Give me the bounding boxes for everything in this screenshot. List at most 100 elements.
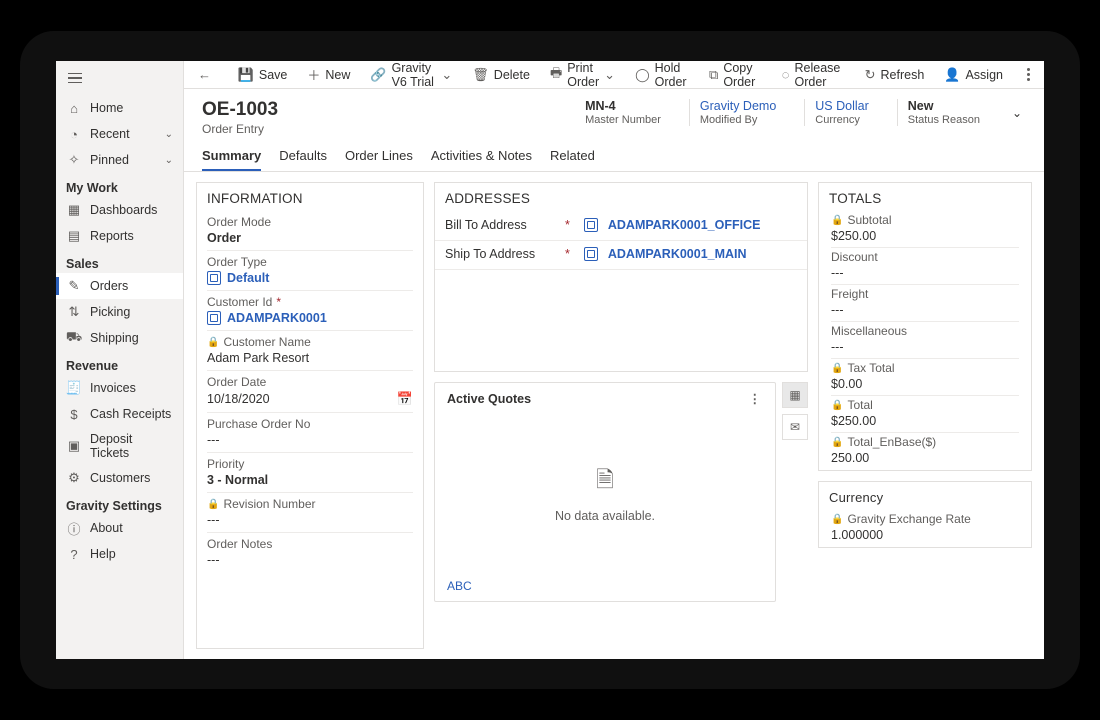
priority-value[interactable]: 3 - Normal — [207, 471, 413, 493]
total-label: Total — [847, 398, 872, 412]
print-dropdown[interactable]: 🖶Print Order⌄ — [542, 61, 623, 88]
tab-related[interactable]: Related — [550, 148, 595, 171]
subtotal-label: Subtotal — [847, 213, 891, 227]
cmd-label: Copy Order — [723, 61, 761, 89]
quotes-rail: ▦ ✉ — [782, 382, 808, 602]
misc-value[interactable]: --- — [831, 338, 1019, 359]
cmd-label: New — [325, 68, 350, 82]
enbase-label: Total_EnBase($) — [847, 435, 936, 449]
nav-dashboards[interactable]: ▦Dashboards — [56, 197, 183, 223]
lock-icon: 🔒 — [831, 363, 843, 374]
quotes-more[interactable]: ⋮ — [749, 391, 764, 406]
section-settings: Gravity Settings — [56, 491, 183, 515]
nav-deposit[interactable]: ▣Deposit Tickets — [56, 427, 183, 465]
chevron-down-icon: ⌄ — [604, 67, 615, 83]
nav-reports[interactable]: ▤Reports — [56, 223, 183, 249]
save-button[interactable]: 💾Save — [230, 61, 296, 88]
po-value[interactable]: --- — [207, 431, 413, 453]
lock-icon: 🔒 — [831, 215, 843, 226]
cmd-label: Assign — [965, 68, 1003, 82]
nav-about[interactable]: ⓘAbout — [56, 515, 183, 541]
revision-label: 🔒Revision Number — [207, 497, 413, 511]
nav-label: Customers — [90, 471, 150, 485]
order-mode-label: Order Mode — [207, 215, 413, 229]
rate-value: 1.000000 — [831, 526, 1019, 546]
copy-icon: ⧉ — [709, 67, 718, 83]
release-button[interactable]: ◌Release Order — [774, 61, 853, 88]
assign-icon: 👤 — [944, 67, 960, 83]
nav-recent[interactable]: ◔Recent⌄ — [56, 121, 183, 147]
tax-label: Tax Total — [847, 361, 894, 375]
notes-value[interactable]: --- — [207, 551, 413, 572]
order-type-label: Order Type — [207, 255, 413, 269]
order-date-label: Order Date — [207, 375, 413, 389]
chevron-down-icon: ⌄ — [441, 67, 452, 83]
cmd-label: Save — [259, 68, 288, 82]
discount-value[interactable]: --- — [831, 264, 1019, 285]
release-icon: ◌ — [782, 67, 790, 82]
header-expand[interactable]: ⌄ — [1008, 106, 1026, 120]
lookup-icon — [207, 311, 221, 325]
new-button[interactable]: ＋New — [299, 61, 358, 88]
freight-value[interactable]: --- — [831, 301, 1019, 322]
hold-button[interactable]: ◯Hold Order — [627, 61, 697, 88]
cmd-label: Gravity V6 Trial — [392, 61, 437, 89]
refresh-button[interactable]: ↻Refresh — [857, 61, 933, 88]
pin-icon: ✧ — [66, 152, 82, 168]
customer-id-link[interactable]: ADAMPARK0001 — [227, 311, 327, 325]
quotes-empty: No data available. — [555, 509, 655, 523]
bill-to-row: Bill To Address * ADAMPARK0001_OFFICE — [435, 212, 807, 241]
nav-shipping[interactable]: ⛟Shipping — [56, 325, 183, 351]
tab-activities[interactable]: Activities & Notes — [431, 148, 532, 171]
deposit-icon: ▣ — [66, 438, 82, 454]
tab-summary[interactable]: Summary — [202, 148, 261, 171]
section-revenue: Revenue — [56, 351, 183, 375]
rail-button-2[interactable]: ✉ — [782, 414, 808, 440]
cmd-label: Refresh — [881, 68, 925, 82]
quotes-abc[interactable]: ABC — [447, 579, 472, 593]
nav-cash[interactable]: $Cash Receipts — [56, 401, 183, 427]
hold-icon: ◯ — [635, 67, 650, 83]
nav-home[interactable]: ⌂Home — [56, 95, 183, 121]
copy-button[interactable]: ⧉ Copy Order — [701, 61, 770, 88]
currency-card-title: Currency — [819, 482, 1031, 511]
nav-pinned[interactable]: ✧Pinned⌄ — [56, 147, 183, 173]
delete-button[interactable]: 🗑Delete — [464, 61, 538, 88]
invoice-icon: 🧾 — [66, 380, 82, 396]
order-type-link[interactable]: Default — [227, 271, 269, 285]
customer-name-label: 🔒Customer Name — [207, 335, 413, 349]
nav-customers[interactable]: ⚙Customers — [56, 465, 183, 491]
order-mode-value[interactable]: Order — [207, 229, 413, 251]
lock-icon: 🔒 — [831, 514, 843, 525]
lock-icon: 🔒 — [207, 337, 219, 348]
back-button[interactable]: ← — [190, 61, 219, 88]
master-number-label: Master Number — [585, 114, 661, 126]
tab-order-lines[interactable]: Order Lines — [345, 148, 413, 171]
hamburger-icon[interactable] — [64, 67, 86, 89]
file-icon: 🗎 — [596, 463, 614, 501]
tab-defaults[interactable]: Defaults — [279, 148, 327, 171]
overflow-menu[interactable] — [1019, 62, 1038, 87]
modified-by-value[interactable]: Gravity Demo — [700, 99, 776, 113]
notes-label: Order Notes — [207, 537, 413, 551]
nav-picking[interactable]: ⇅Picking — [56, 299, 183, 325]
rail-button-1[interactable]: ▦ — [782, 382, 808, 408]
order-date-value[interactable]: 10/18/2020📅 — [207, 389, 413, 413]
revision-value: --- — [207, 511, 413, 533]
customer-id-label: Customer Id* — [207, 295, 413, 309]
nav-help[interactable]: ?Help — [56, 541, 183, 567]
nav-invoices[interactable]: 🧾Invoices — [56, 375, 183, 401]
ship-to-link[interactable]: ADAMPARK0001_MAIN — [608, 247, 747, 261]
nav-orders[interactable]: ✎Orders — [56, 273, 183, 299]
bill-to-link[interactable]: ADAMPARK0001_OFFICE — [608, 218, 761, 232]
currency-value[interactable]: US Dollar — [815, 99, 869, 113]
section-sales: Sales — [56, 249, 183, 273]
calendar-icon[interactable]: 📅 — [397, 391, 413, 407]
order-type-value[interactable]: Default — [207, 269, 413, 291]
totals-card: TOTALS 🔒Subtotal$250.00 Discount--- Frei… — [818, 182, 1032, 471]
customer-id-value[interactable]: ADAMPARK0001 — [207, 309, 413, 331]
required-marker: * — [565, 218, 570, 232]
customer-name-value: Adam Park Resort — [207, 349, 413, 371]
trial-dropdown[interactable]: 🔗Gravity V6 Trial⌄ — [362, 61, 460, 88]
assign-button[interactable]: 👤 Assign — [936, 61, 1011, 88]
